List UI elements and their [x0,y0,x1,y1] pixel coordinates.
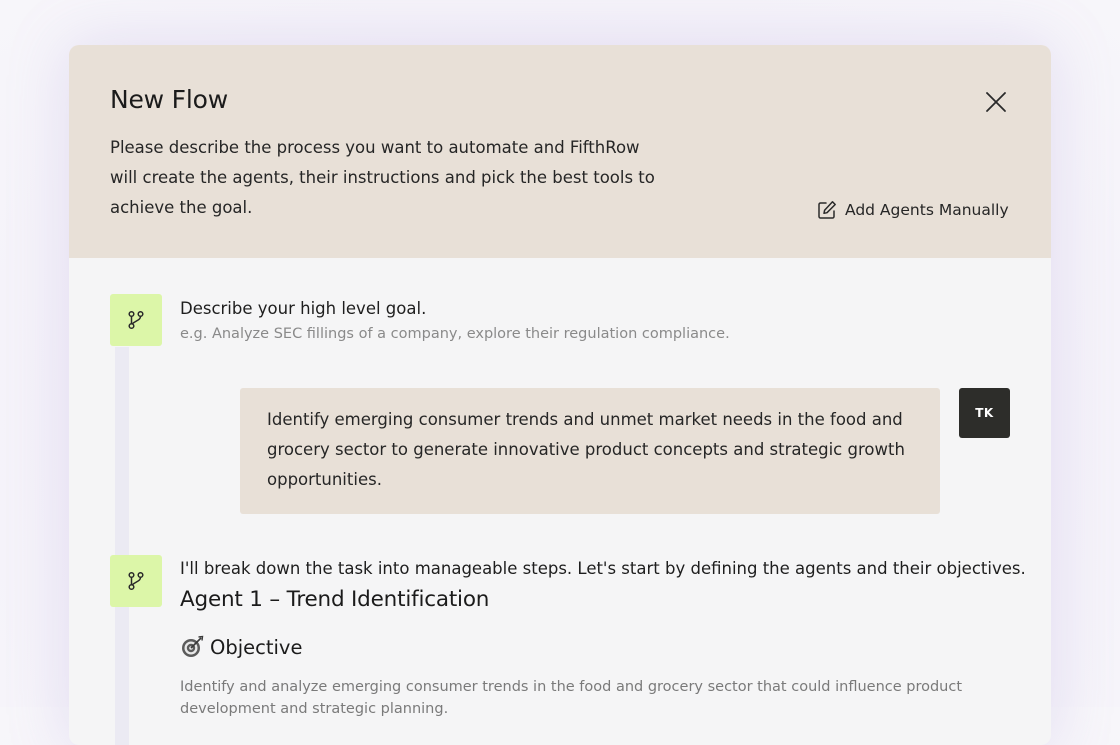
reply-step-icon-box [110,555,162,607]
goal-prompt-label: Describe your high level goal. [180,299,427,318]
user-avatar: TK [959,388,1010,438]
target-icon [182,635,204,657]
goal-prompt-hint: e.g. Analyze SEC fillings of a company, … [180,326,730,342]
assistant-reply-intro: I'll break down the task into manageable… [180,559,1026,578]
modal-description: Please describe the process you want to … [110,138,655,217]
add-agents-manually-label: Add Agents Manually [845,201,1009,219]
new-flow-modal: New Flow Please describe the process you… [69,45,1051,745]
branch-icon [128,310,144,330]
branch-icon [128,571,144,591]
objective-text: Identify and analyze emerging consumer t… [180,679,963,717]
edit-icon [818,201,836,219]
modal-title: New Flow [110,85,228,114]
objective-heading-row: Objective [180,635,302,659]
timeline-rail [115,347,129,745]
modal-header: New Flow Please describe the process you… [69,45,1051,258]
user-message-bubble: Identify emerging consumer trends and un… [240,388,940,514]
goal-step-icon-box [110,294,162,346]
add-agents-manually-button[interactable]: Add Agents Manually [817,199,1009,221]
objective-heading: Objective [210,635,303,659]
close-icon [986,92,1006,112]
close-button[interactable] [981,87,1011,117]
agent-heading: Agent 1 – Trend Identification [180,587,490,612]
